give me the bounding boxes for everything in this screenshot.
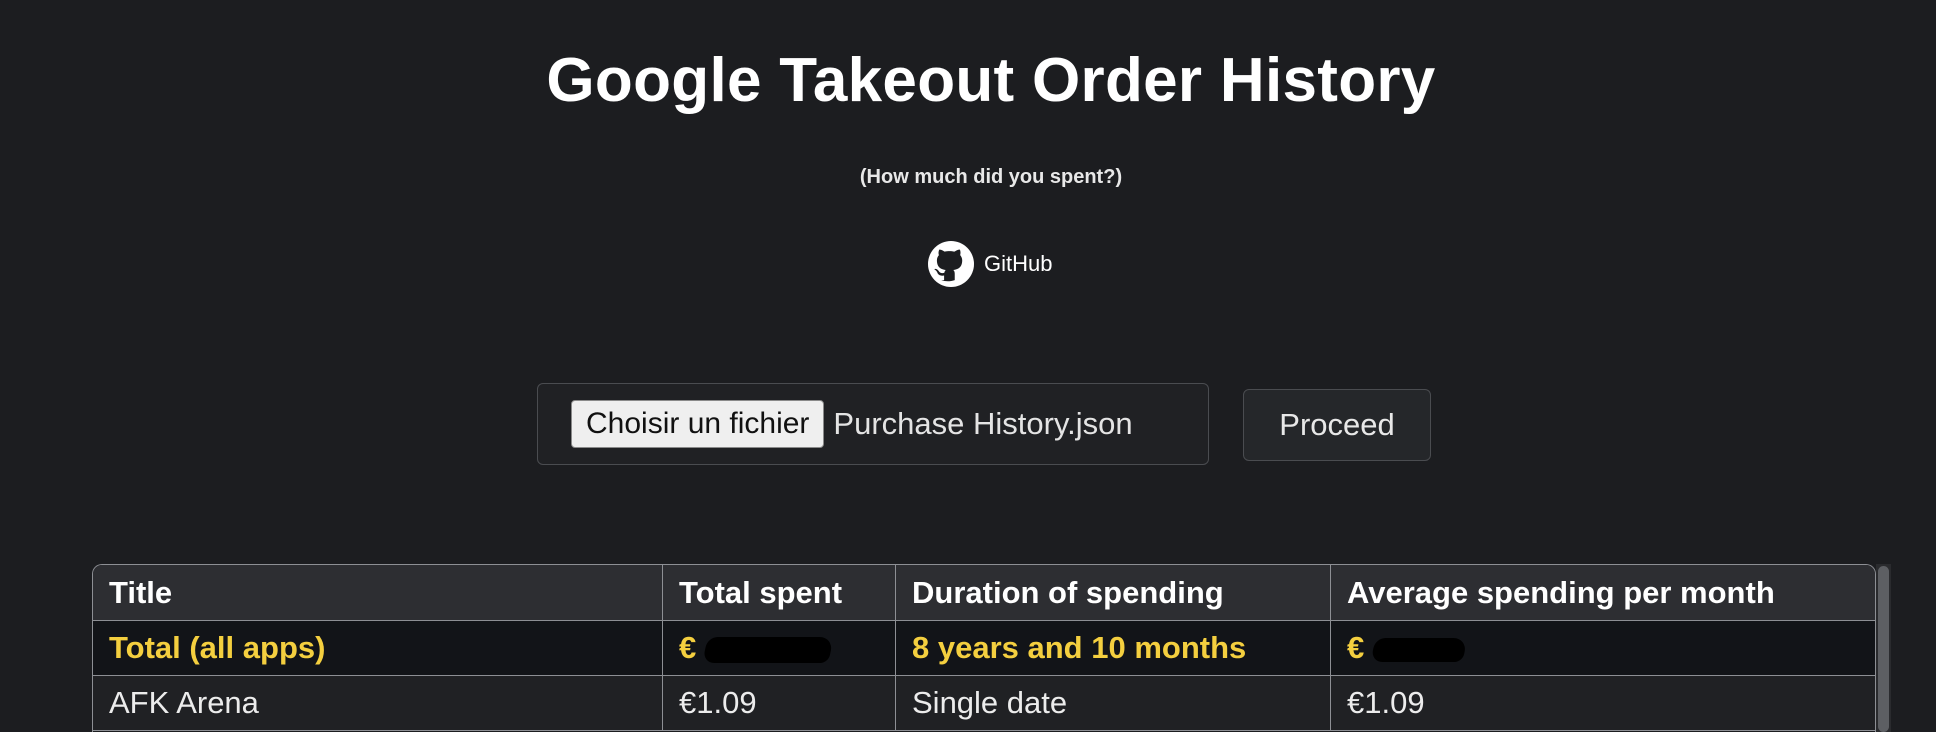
page-subtitle: (How much did you spent?) (859, 166, 1123, 188)
column-header-average: Average spending per month (1330, 565, 1875, 621)
row-total-spent: €1.09 (662, 675, 896, 731)
spending-table-container: Title Total spent Duration of spending A… (92, 564, 1876, 732)
github-icon (928, 241, 974, 287)
row-title: AFK Arena (93, 675, 663, 731)
row-average: €1.09 (1330, 675, 1875, 731)
redacted-value (702, 636, 834, 663)
total-row-average: € (1330, 620, 1875, 676)
table-row: AFK Arena €1.09 Single date €1.09 (93, 675, 1875, 731)
total-row: Total (all apps) € 8 years and 10 months… (93, 620, 1875, 676)
total-row-duration: 8 years and 10 months (895, 620, 1331, 676)
file-upload-field: Choisir un fichier Purchase History.json (537, 383, 1209, 465)
redacted-value (1370, 637, 1468, 662)
column-header-duration: Duration of spending (895, 565, 1331, 621)
total-row-average-currency: € (1347, 630, 1365, 665)
github-label: GitHub (984, 251, 1053, 276)
choose-file-button[interactable]: Choisir un fichier (571, 400, 825, 448)
table-scrollbar[interactable] (1876, 564, 1891, 732)
row-duration: Single date (895, 675, 1331, 731)
scrollbar-thumb[interactable] (1878, 566, 1889, 732)
proceed-button[interactable]: Proceed (1243, 389, 1431, 461)
selected-file-name: Purchase History.json (833, 406, 1133, 441)
column-header-title: Title (93, 565, 663, 621)
total-row-currency: € (679, 630, 697, 665)
total-row-total-spent: € (662, 620, 896, 676)
page: Google Takeout Order History (How much d… (0, 0, 1936, 732)
github-link[interactable]: GitHub (928, 241, 1052, 287)
table-header-row: Title Total spent Duration of spending A… (93, 565, 1875, 621)
spending-table: Title Total spent Duration of spending A… (93, 565, 1875, 731)
page-title: Google Takeout Order History (546, 46, 1436, 115)
column-header-total-spent: Total spent (662, 565, 896, 621)
total-row-title: Total (all apps) (93, 620, 663, 676)
